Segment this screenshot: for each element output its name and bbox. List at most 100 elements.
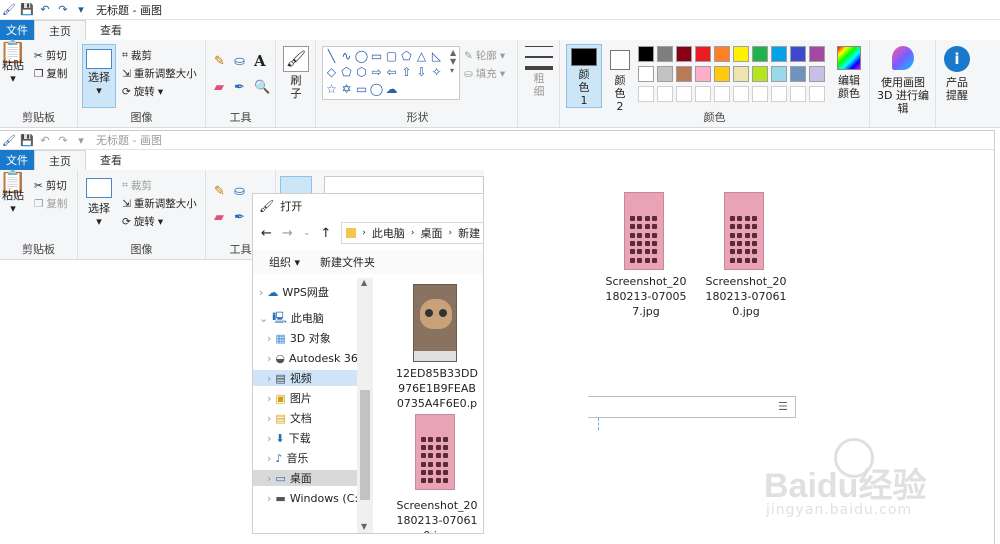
text-box-frame[interactable]	[588, 396, 796, 418]
color-swatch[interactable]	[695, 86, 711, 102]
four-point-star-shape-icon[interactable]: ✧	[429, 65, 444, 80]
undo-icon-2[interactable]: ↶	[38, 133, 52, 147]
down-arrow-shape-icon[interactable]: ⇩	[414, 65, 429, 80]
color-swatch[interactable]	[638, 86, 654, 102]
magnifier-icon[interactable]: 🔍	[254, 80, 270, 95]
file-name[interactable]: Screenshot_20180213-070610.jpg	[395, 498, 479, 533]
desktop-file-name[interactable]: Screenshot_20180213-070057.jpg	[604, 274, 688, 319]
color-swatch[interactable]	[638, 46, 654, 62]
hexagon-shape-icon[interactable]: ⬡	[354, 65, 369, 80]
edit-colors-button[interactable]: 编辑颜色	[832, 46, 866, 100]
size-button[interactable]: 粗细	[522, 46, 556, 98]
nav-item-autodesk[interactable]: › ◒ Autodesk 36	[253, 350, 357, 366]
color-swatch[interactable]	[638, 66, 654, 82]
left-arrow-shape-icon[interactable]: ⇦	[384, 65, 399, 80]
select-button[interactable]: 选择 ▾	[82, 44, 116, 108]
nav-item-downloads[interactable]: › ⬇ 下载	[253, 430, 357, 446]
cut-button-2[interactable]: ✂ 剪切	[34, 178, 67, 193]
color-swatch[interactable]	[790, 86, 806, 102]
cloud-callout-shape-icon[interactable]: ☁	[384, 81, 399, 96]
color-swatch[interactable]	[809, 86, 825, 102]
nav-scrollbar[interactable]: ▲ ▼	[357, 278, 373, 533]
shapes-gallery[interactable]: ╲ ∿ ◯ ▭ ▢ ⬠ △ ◺ ◇ ⬠ ⬡ ⇨ ⇦ ⇧ ⇩ ✧ ☆ ✡ ▭ ◯ …	[322, 46, 460, 100]
tab-view[interactable]: 查看	[86, 20, 136, 40]
color-swatch[interactable]	[752, 46, 768, 62]
nav-item-wps[interactable]: › ☁ WPS网盘	[253, 284, 357, 300]
rectangle-shape-icon[interactable]: ▭	[369, 48, 384, 63]
redo-icon-2[interactable]: ↷	[56, 133, 70, 147]
color-swatch[interactable]	[714, 86, 730, 102]
color-swatch[interactable]	[790, 46, 806, 62]
customize-qat-icon[interactable]: ▾	[74, 3, 88, 17]
file-thumb-screenshot[interactable]	[415, 414, 455, 490]
color-swatch[interactable]	[695, 66, 711, 82]
fill-icon-2[interactable]: ⛀	[234, 184, 245, 199]
color-swatch[interactable]	[790, 66, 806, 82]
fill-icon[interactable]: ⛀	[234, 54, 245, 69]
color2-button[interactable]: 颜色 2	[606, 46, 634, 113]
color-swatch[interactable]	[714, 46, 730, 62]
color-picker-icon[interactable]: ✒	[234, 80, 245, 95]
nav-item-3d[interactable]: › ▦ 3D 对象	[253, 330, 357, 346]
breadcrumb-desktop[interactable]: 桌面	[420, 225, 442, 241]
up-arrow-shape-icon[interactable]: ⇧	[399, 65, 414, 80]
color-swatch[interactable]	[752, 66, 768, 82]
color1-button[interactable]: 颜色 1	[566, 44, 602, 108]
color-picker-icon-2[interactable]: ✒	[234, 210, 245, 225]
color-swatch[interactable]	[733, 46, 749, 62]
curve-shape-icon[interactable]: ∿	[339, 48, 354, 63]
color-swatch[interactable]	[771, 66, 787, 82]
desktop-thumb-070610[interactable]	[724, 192, 764, 270]
nav-item-pictures[interactable]: › ▣ 图片	[253, 390, 357, 406]
paste-button-2[interactable]: 📋 粘贴 ▾	[0, 172, 27, 216]
oval-callout-shape-icon[interactable]: ◯	[369, 81, 384, 96]
color-swatch[interactable]	[657, 66, 673, 82]
tab-file[interactable]: 文件	[0, 20, 34, 40]
polygon-shape-icon[interactable]: ⬠	[399, 48, 414, 63]
eraser-icon[interactable]: ▰	[214, 80, 224, 95]
paste-button[interactable]: 📋 粘贴 ▾	[0, 42, 27, 86]
nav-item-videos[interactable]: › ▤ 视频	[253, 370, 357, 386]
resize-button[interactable]: ⇲ 重新调整大小	[122, 66, 197, 81]
callout-shape-icon[interactable]: ▭	[354, 81, 369, 96]
breadcrumb-this-pc[interactable]: 此电脑	[372, 225, 405, 241]
resize-button-2[interactable]: ⇲ 重新调整大小	[122, 196, 197, 211]
nav-item-music[interactable]: › ♪ 音乐	[253, 450, 357, 466]
color-swatch[interactable]	[657, 46, 673, 62]
color-swatch[interactable]	[809, 66, 825, 82]
nav-item-documents[interactable]: › ▤ 文档	[253, 410, 357, 426]
address-bar[interactable]: › 此电脑 › 桌面 › 新建	[341, 222, 483, 244]
select-button-2[interactable]: 选择 ▾	[82, 178, 116, 228]
shapes-scroll-icon[interactable]: ▲ ▼ ▾	[450, 48, 456, 75]
organize-button[interactable]: 组织 ▾	[269, 254, 300, 270]
up-arrow-icon[interactable]: ↑	[320, 226, 331, 241]
paint3d-button[interactable]: 使用画图 3D 进行编辑	[872, 46, 934, 115]
oval-shape-icon[interactable]: ◯	[354, 48, 369, 63]
nav-item-windows-c[interactable]: › ▬ Windows (C:	[253, 490, 357, 506]
forward-arrow-icon[interactable]: →	[282, 226, 293, 241]
crop-button-2[interactable]: ⌗ 裁剪	[122, 178, 152, 193]
scroll-down-icon[interactable]: ▼	[361, 522, 367, 531]
nav-item-this-pc[interactable]: ⌄ 🖳 此电脑	[253, 310, 357, 326]
breadcrumb-new[interactable]: 新建	[458, 225, 480, 241]
copy-button[interactable]: ❐ 复制	[34, 66, 67, 81]
color-swatch[interactable]	[676, 46, 692, 62]
desktop-thumb-070057[interactable]	[624, 192, 664, 270]
desktop-file-name[interactable]: Screenshot_20180213-070610.jpg	[704, 274, 788, 319]
save-icon-2[interactable]: 💾	[20, 133, 34, 147]
color-swatch[interactable]	[752, 86, 768, 102]
color-swatch[interactable]	[809, 46, 825, 62]
five-point-star-shape-icon[interactable]: ☆	[324, 81, 339, 96]
pencil-icon[interactable]: ✎	[214, 54, 225, 69]
color-swatch[interactable]	[771, 46, 787, 62]
color-swatch[interactable]	[714, 66, 730, 82]
product-tips-button[interactable]: i 产品提醒	[938, 46, 976, 102]
pencil-icon-2[interactable]: ✎	[214, 184, 225, 199]
back-arrow-icon[interactable]: ←	[261, 226, 272, 241]
six-point-star-shape-icon[interactable]: ✡	[339, 81, 354, 96]
outline-button[interactable]: ✎ 轮廓 ▾	[464, 48, 505, 63]
tab-file-2[interactable]: 文件	[0, 150, 34, 170]
copy-button-2[interactable]: ❐ 复制	[34, 196, 67, 211]
undo-icon[interactable]: ↶	[38, 3, 52, 17]
eraser-icon-2[interactable]: ▰	[214, 210, 224, 225]
